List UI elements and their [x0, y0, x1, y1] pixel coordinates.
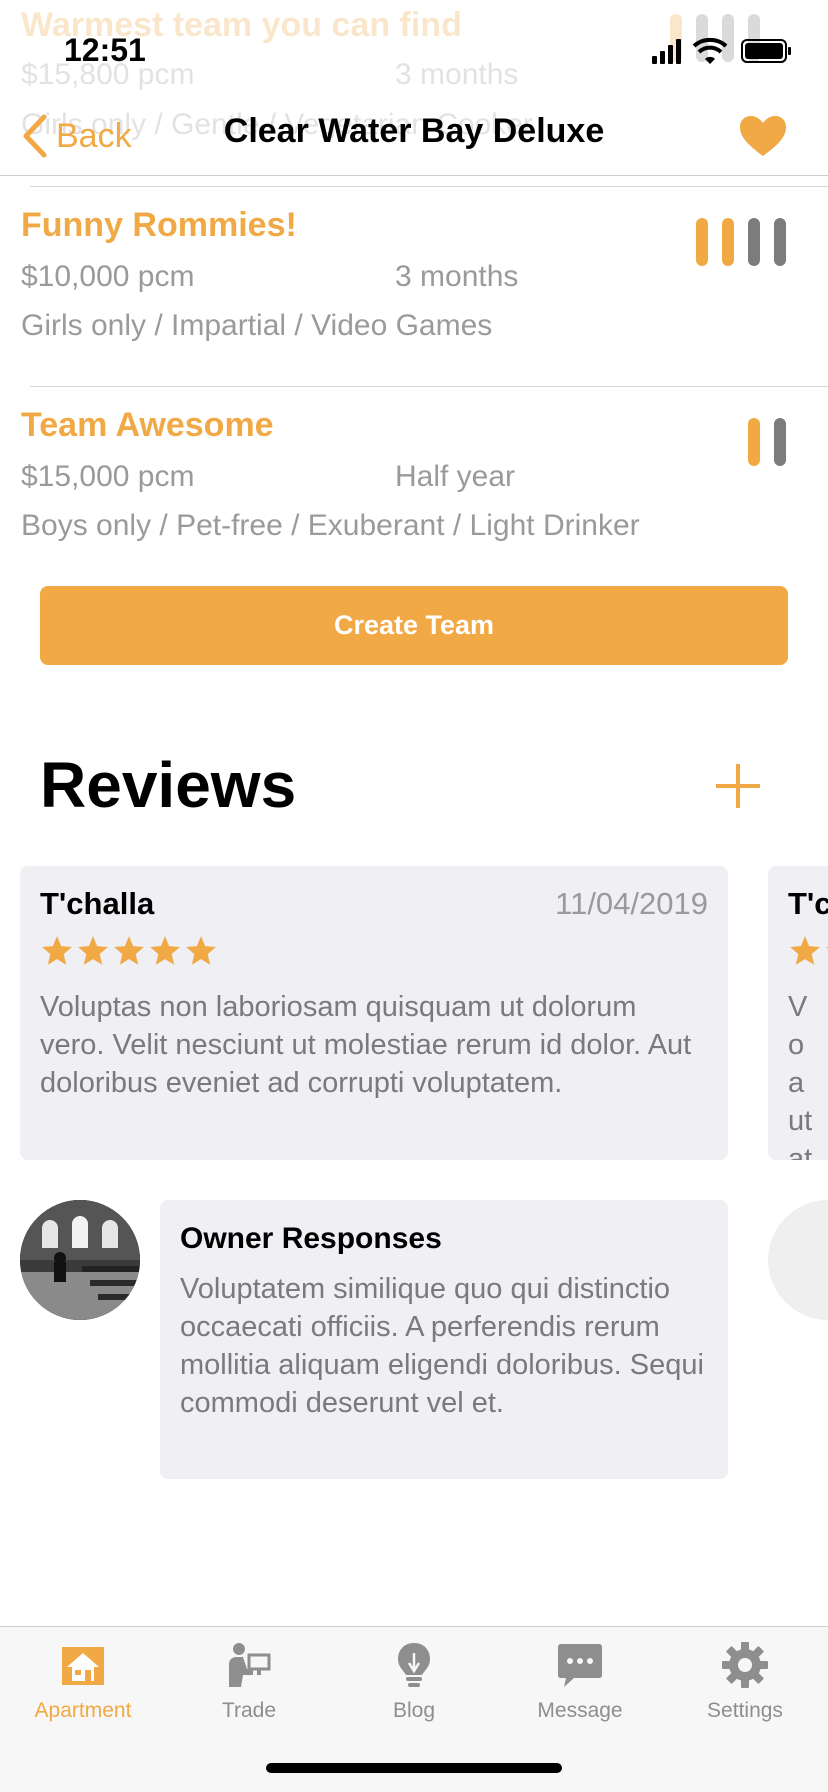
review-card[interactable]: T'challa 11/04/2019 Voluptas non laborio…: [20, 866, 728, 1160]
owner-avatar-image: [20, 1200, 140, 1320]
wifi-icon: [692, 37, 728, 64]
slot-filled: [722, 218, 734, 266]
tab-apartment[interactable]: Apartment: [0, 1641, 166, 1741]
slot-filled: [696, 218, 708, 266]
heart-icon[interactable]: [738, 114, 788, 158]
tab-trade[interactable]: Trade: [166, 1641, 332, 1741]
cellular-signal-icon: [652, 39, 681, 64]
tab-label: Blog: [392, 1699, 436, 1722]
owner-avatar: [20, 1200, 140, 1320]
tab-label: Settings: [707, 1699, 783, 1722]
owner-response-title: Owner Responses: [180, 1222, 442, 1255]
status-icons: [652, 37, 791, 64]
team-price: $15,000 pcm: [21, 460, 195, 493]
team-name: Team Awesome: [21, 406, 274, 444]
team-slots: [748, 418, 786, 466]
team-row[interactable]: Funny Rommies! $10,000 pcm 3 months Girl…: [0, 186, 828, 386]
divider: [30, 186, 828, 187]
status-bar: 12:51: [0, 0, 828, 96]
home-indicator[interactable]: [266, 1763, 562, 1773]
team-tags: Boys only / Pet-free / Exuberant / Light…: [21, 509, 640, 542]
owner-avatar-next: [768, 1200, 828, 1320]
star-icon: [114, 936, 144, 965]
owner-response-text: Voluptatem similique quo qui distinctio …: [180, 1273, 704, 1419]
star-icon: [826, 946, 828, 949]
team-slots: [696, 218, 786, 266]
trade-icon: [229, 1643, 271, 1687]
add-review-icon[interactable]: [714, 762, 762, 810]
reviewer-name: T'challa: [40, 886, 155, 921]
star-icon: [150, 936, 180, 965]
create-team-button[interactable]: Create Team: [40, 586, 788, 665]
slot-empty: [774, 218, 786, 266]
team-duration: 3 months: [395, 260, 519, 293]
team-tags: Girls only / Impartial / Video Games: [21, 309, 493, 342]
tab-label: Message: [537, 1699, 623, 1722]
tab-label: Trade: [221, 1699, 277, 1722]
tab-message[interactable]: Message: [497, 1641, 663, 1741]
review-text: Vo aut atc vol: [788, 991, 813, 1160]
star-icon: [790, 936, 820, 965]
slot-empty: [748, 218, 760, 266]
navigation-bar: Back Clear Water Bay Deluxe: [0, 96, 828, 176]
star-icon: [186, 936, 216, 965]
scroll-content[interactable]: Warmest team you can find $15,800 pcm 3 …: [0, 0, 828, 1626]
page-title: Clear Water Bay Deluxe: [223, 112, 605, 150]
owner-response-card: Owner Responses Voluptatem similique quo…: [160, 1200, 728, 1479]
star-rating: [788, 934, 828, 968]
team-duration: Half year: [395, 460, 516, 493]
slot-empty: [774, 418, 786, 466]
star-icon: [42, 936, 72, 965]
star-rating: [40, 934, 218, 968]
screen: Warmest team you can find $15,800 pcm 3 …: [0, 0, 828, 1792]
apartment-icon: [62, 1647, 104, 1685]
tab-label: Apartment: [34, 1699, 132, 1722]
team-row[interactable]: Team Awesome $15,000 pcm Half year Boys …: [0, 386, 828, 586]
reviews-heading: Reviews: [40, 749, 297, 821]
divider: [30, 386, 828, 387]
status-time: 12:51: [64, 32, 146, 68]
star-icon: [78, 936, 108, 965]
battery-icon: [741, 39, 791, 63]
message-icon: [558, 1644, 602, 1687]
gear-icon: [722, 1642, 768, 1688]
reviewer-name: T'c: [788, 886, 828, 921]
review-date: 11/04/2019: [555, 886, 708, 921]
team-price: $10,000 pcm: [21, 260, 195, 293]
review-card-next[interactable]: T'c Vo aut atc vol: [768, 866, 828, 1160]
slot-filled: [748, 418, 760, 466]
tab-settings[interactable]: Settings: [662, 1641, 828, 1741]
tab-blog[interactable]: Blog: [331, 1641, 497, 1741]
review-text: Voluptas non laboriosam quisquam ut dolo…: [40, 991, 692, 1099]
team-name: Funny Rommies!: [21, 206, 297, 244]
lightbulb-icon: [398, 1643, 430, 1687]
